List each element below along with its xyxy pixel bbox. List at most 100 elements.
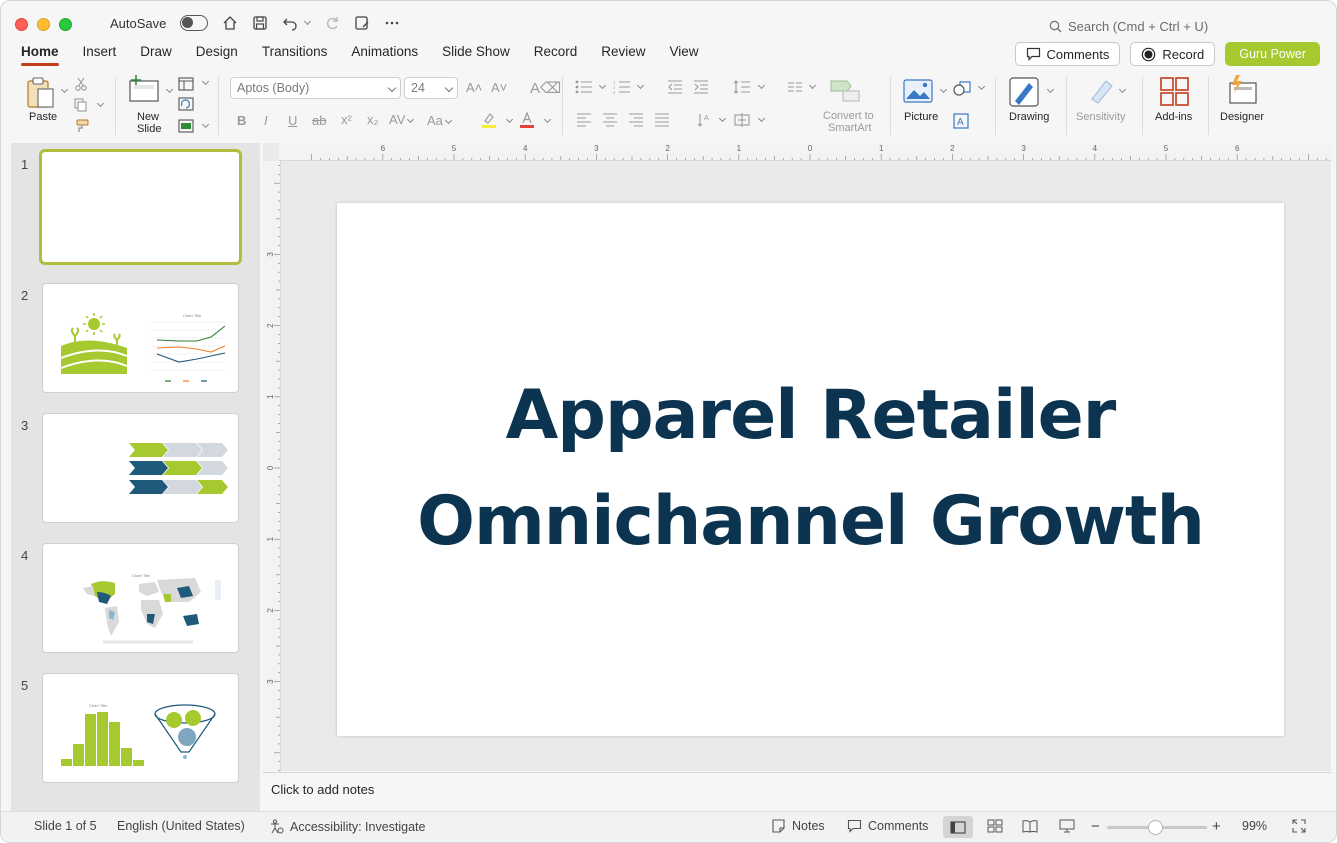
slide-thumbnail-2[interactable]: 2 Chart Title xyxy=(11,283,260,399)
slide-sorter-button[interactable] xyxy=(987,819,1003,833)
record-button[interactable]: Record xyxy=(1130,42,1216,66)
tab-review[interactable]: Review xyxy=(601,44,645,65)
decrease-indent-icon[interactable] xyxy=(667,80,683,94)
horizontal-ruler[interactable]: 6 5 4 3 2 1 0 1 2 3 4 5 6 xyxy=(279,143,1331,161)
thumbnail-preview[interactable]: Chart Title xyxy=(42,673,239,783)
layout-dropdown-icon[interactable] xyxy=(201,77,210,86)
more-options-icon[interactable] xyxy=(384,15,400,31)
drawing-dropdown-icon[interactable] xyxy=(1046,85,1055,94)
autosave-toggle[interactable] xyxy=(180,15,209,31)
columns-dropdown-icon[interactable] xyxy=(808,81,817,90)
highlight-icon[interactable] xyxy=(480,111,498,132)
picture-button[interactable]: Picture xyxy=(900,69,950,139)
zoom-slider[interactable] xyxy=(1107,820,1207,835)
shapes-dropdown-icon[interactable] xyxy=(977,82,986,91)
text-direction-icon[interactable]: A xyxy=(696,112,712,128)
sensitivity-dropdown-icon[interactable] xyxy=(1118,85,1127,94)
shapes-icon[interactable] xyxy=(953,80,971,96)
tab-insert[interactable]: Insert xyxy=(83,44,117,65)
subscript-icon[interactable]: x₂ xyxy=(367,112,379,127)
thumbnail-preview[interactable]: Chart Title xyxy=(42,543,239,653)
format-painter-icon[interactable] xyxy=(74,119,90,133)
change-case-icon[interactable]: Aa xyxy=(427,113,452,128)
search-box[interactable]: Search (Cmd + Ctrl + U) xyxy=(1049,19,1208,34)
thumbnail-preview[interactable] xyxy=(42,413,239,523)
character-spacing-icon[interactable]: AV xyxy=(389,112,415,127)
slide-show-button[interactable] xyxy=(1059,819,1075,833)
line-spacing-dropdown-icon[interactable] xyxy=(757,81,766,90)
bullets-dropdown-icon[interactable] xyxy=(598,81,607,90)
notes-pane[interactable]: Click to add notes xyxy=(263,772,1331,810)
strikethrough-icon[interactable]: ab xyxy=(312,113,326,128)
save-as-icon[interactable] xyxy=(354,15,370,31)
new-slide-button[interactable]: New Slide xyxy=(125,69,175,139)
reading-view-button[interactable] xyxy=(1022,819,1038,833)
save-icon[interactable] xyxy=(252,15,268,31)
line-spacing-icon[interactable] xyxy=(733,80,751,94)
section-dropdown-icon[interactable] xyxy=(201,120,210,129)
bullets-icon[interactable] xyxy=(575,80,593,94)
guru-power-button[interactable]: Guru Power xyxy=(1225,42,1320,66)
align-left-icon[interactable] xyxy=(576,113,592,127)
tab-slide-show[interactable]: Slide Show xyxy=(442,44,510,65)
tab-home[interactable]: Home xyxy=(21,44,59,66)
drawing-button[interactable]: Drawing xyxy=(1004,69,1060,139)
zoom-out-button[interactable]: − xyxy=(1091,818,1100,835)
align-text-icon[interactable] xyxy=(733,112,751,128)
convert-smartart-button[interactable]: Convert to SmartArt xyxy=(819,69,881,139)
picture-dropdown-icon[interactable] xyxy=(939,85,948,94)
font-color-dropdown-icon[interactable] xyxy=(543,115,552,124)
redo-icon[interactable] xyxy=(324,15,340,31)
align-center-icon[interactable] xyxy=(602,113,618,127)
font-color-icon[interactable] xyxy=(518,111,536,132)
numbering-icon[interactable]: 123 xyxy=(613,80,631,94)
comments-toggle-button[interactable]: Comments xyxy=(847,819,928,833)
section-icon[interactable] xyxy=(178,119,194,133)
minimize-window-button[interactable] xyxy=(37,18,50,31)
tab-draw[interactable]: Draw xyxy=(140,44,172,65)
clear-formatting-icon[interactable]: A⌫ xyxy=(530,79,561,97)
superscript-icon[interactable]: x² xyxy=(341,112,352,127)
fit-to-window-button[interactable] xyxy=(1292,819,1306,833)
tab-view[interactable]: View xyxy=(670,44,699,65)
notes-toggle-button[interactable]: Notes xyxy=(771,819,825,833)
font-size-combo[interactable]: 24 xyxy=(404,77,458,99)
home-icon[interactable] xyxy=(222,15,238,31)
slide-thumbnail-1[interactable]: 1 xyxy=(11,149,260,268)
italic-icon[interactable]: I xyxy=(264,113,268,128)
comments-button[interactable]: Comments xyxy=(1014,42,1121,66)
highlight-dropdown-icon[interactable] xyxy=(505,115,514,124)
paste-button[interactable]: Paste xyxy=(23,69,73,139)
align-text-dropdown-icon[interactable] xyxy=(757,114,766,123)
sensitivity-button[interactable]: Sensitivity xyxy=(1073,69,1135,139)
designer-button[interactable]: Designer xyxy=(1216,69,1272,139)
copy-icon[interactable] xyxy=(74,98,90,112)
thumbnail-preview[interactable]: Chart Title xyxy=(42,283,239,393)
thumbnail-preview[interactable] xyxy=(39,149,242,265)
layout-icon[interactable] xyxy=(178,77,194,91)
undo-dropdown-icon[interactable] xyxy=(304,17,312,25)
tab-design[interactable]: Design xyxy=(196,44,238,65)
tab-animations[interactable]: Animations xyxy=(351,44,418,65)
accessibility-button[interactable]: Accessibility: Investigate xyxy=(269,819,425,834)
grow-font-icon[interactable]: A˄ xyxy=(466,80,482,95)
cut-icon[interactable] xyxy=(74,77,88,91)
slide-canvas[interactable]: Apparel Retailer Omnichannel Growth xyxy=(337,203,1284,736)
slide-title[interactable]: Apparel Retailer Omnichannel Growth xyxy=(337,363,1284,575)
undo-icon[interactable] xyxy=(282,15,298,31)
close-window-button[interactable] xyxy=(15,18,28,31)
slide-thumbnail-4[interactable]: 4 Chart Title xyxy=(11,543,260,659)
slide-thumbnail-3[interactable]: 3 xyxy=(11,413,260,529)
increase-indent-icon[interactable] xyxy=(693,80,709,94)
copy-dropdown-icon[interactable] xyxy=(96,99,105,108)
paste-dropdown-icon[interactable] xyxy=(60,85,69,94)
zoom-window-button[interactable] xyxy=(59,18,72,31)
new-slide-dropdown-icon[interactable] xyxy=(165,85,174,94)
zoom-slider-thumb[interactable] xyxy=(1148,820,1163,835)
text-direction-dropdown-icon[interactable] xyxy=(718,114,727,123)
columns-icon[interactable] xyxy=(787,82,803,92)
bold-icon[interactable]: B xyxy=(237,113,246,128)
font-name-combo[interactable]: Aptos (Body) xyxy=(230,77,401,99)
vertical-ruler[interactable]: 3 2 1 0 1 2 3 xyxy=(263,161,281,771)
slide-thumbnail-5[interactable]: 5 Chart Title xyxy=(11,673,260,789)
